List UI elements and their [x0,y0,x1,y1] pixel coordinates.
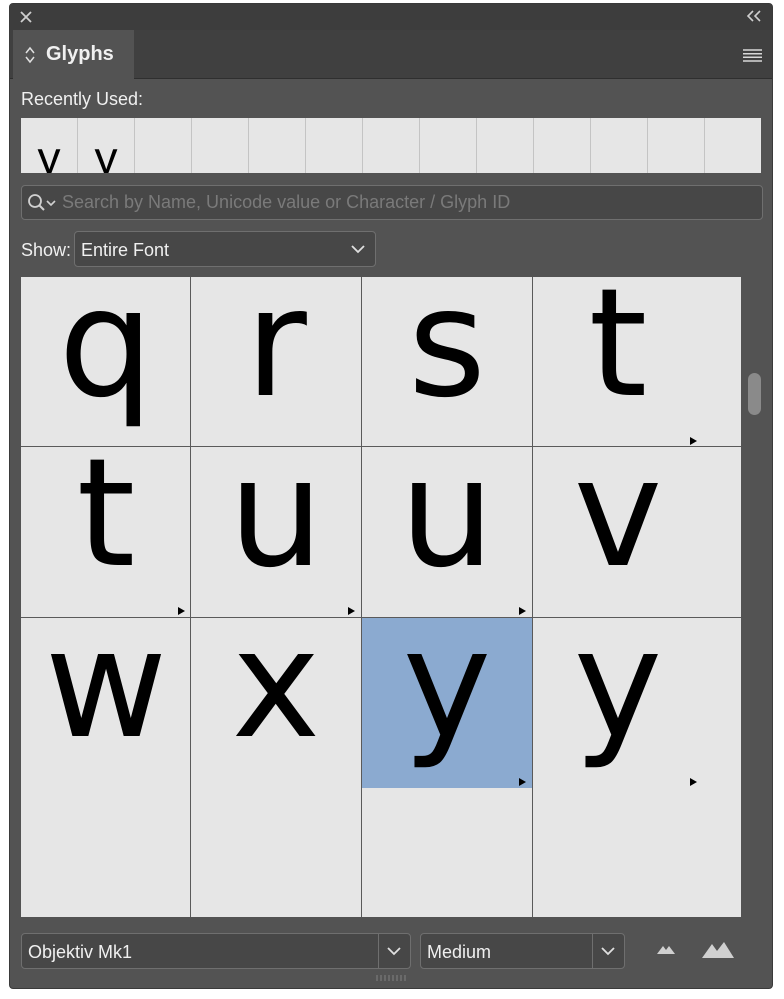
recent-glyph-cell[interactable]: y [78,118,135,173]
recent-glyph-cell[interactable] [306,118,363,173]
recently-used-strip: yy [21,118,761,173]
recent-glyph-cell[interactable] [249,118,306,173]
glyph-cell[interactable]: v [533,447,741,618]
dropdown-divider [378,934,379,968]
show-dropdown-value: Entire Font [81,240,170,260]
glyph-preview: u [362,447,532,617]
double-chevron-left-icon[interactable] [746,10,762,22]
glyph-char: q [58,277,154,431]
alternates-triangle-icon[interactable] [178,607,185,615]
hamburger-menu-icon[interactable] [743,49,762,62]
chevron-down-icon [387,947,401,956]
glyph-cell[interactable]: t [533,277,741,447]
large-mountains-icon[interactable] [701,939,735,959]
recent-glyph-cell[interactable] [591,118,648,173]
glyph-char: y [573,618,663,772]
glyph-preview: u [191,447,361,617]
font-style-dropdown[interactable]: Medium [420,933,625,969]
glyph-cell[interactable]: y [533,618,741,917]
glyph-grid: qrsttuuvwxyy [21,277,741,917]
glyph-cell[interactable]: w [21,618,191,917]
recent-glyph-cell[interactable] [648,118,705,173]
glyph-char: s [407,277,487,431]
small-mountains-icon[interactable] [655,940,677,956]
glyph-preview: y [362,618,532,788]
glyph-cell[interactable]: q [21,277,191,447]
font-controls: Objektiv Mk1 Medium [10,925,772,980]
glyph-char: u [399,447,495,601]
chevron-down-icon [601,947,615,956]
glyph-preview: y [533,618,703,788]
glyph-cell[interactable]: u [362,447,533,618]
glyph-preview: x [191,618,361,788]
recent-glyph-cell[interactable] [705,118,761,173]
alternates-triangle-icon[interactable] [348,607,355,615]
show-label: Show: [21,240,72,260]
search-input[interactable] [62,186,752,219]
recent-glyph-cell[interactable] [477,118,534,173]
tab-glyphs[interactable]: Glyphs [13,30,134,79]
glyph-preview: t [533,277,703,446]
glyph-char: v [573,447,663,601]
tab-strip: Glyphs [10,30,772,79]
glyph-cell[interactable]: t [21,447,191,618]
show-dropdown[interactable]: Entire Font [74,231,376,267]
glyph-cell[interactable]: r [191,277,362,447]
glyph-preview: r [191,277,361,446]
glyph-char: x [231,618,321,772]
glyph-char: t [588,277,648,431]
glyph-char: r [245,277,307,431]
glyphs-panel: Glyphs Recently Used: yy Show: Entire Fo… [9,3,773,989]
glyph-preview: w [21,618,190,788]
recent-glyph-cell[interactable] [192,118,249,173]
glyph-preview: t [21,447,190,617]
recent-glyph-cell[interactable] [420,118,477,173]
glyph-preview: v [533,447,703,617]
glyph-preview: q [21,277,190,446]
alternates-triangle-icon[interactable] [690,437,697,445]
scrollbar-thumb[interactable] [748,373,761,415]
font-style-value: Medium [427,942,492,962]
up-down-arrows-icon [25,46,35,64]
recent-glyph: y [94,132,118,173]
search-field [21,185,763,220]
panel-titlebar [10,4,772,30]
glyph-grid-scrollbar[interactable] [745,277,763,917]
recently-used-label: Recently Used: [21,89,144,109]
recent-glyph-cell[interactable] [363,118,420,173]
glyph-cell[interactable]: u [191,447,362,618]
recent-glyph-cell[interactable]: y [21,118,78,173]
glyph-char: t [76,447,136,601]
recent-glyph: y [37,132,61,173]
dropdown-divider [592,934,593,968]
glyph-char: u [228,447,324,601]
glyph-cell[interactable]: s [362,277,533,447]
close-icon[interactable] [19,10,33,24]
alternates-triangle-icon[interactable] [519,607,526,615]
recent-glyph-cell[interactable] [135,118,192,173]
font-family-value: Objektiv Mk1 [28,942,133,962]
glyph-cell-selected[interactable]: y [362,618,533,917]
glyph-char: y [402,618,492,772]
search-icon[interactable] [27,193,57,213]
chevron-down-icon [351,245,365,254]
alternates-triangle-icon[interactable] [519,778,526,786]
resize-grip-icon[interactable] [375,974,409,982]
glyph-preview: s [362,277,532,446]
font-family-dropdown[interactable]: Objektiv Mk1 [21,933,411,969]
glyph-cell[interactable]: x [191,618,362,917]
alternates-triangle-icon[interactable] [690,778,697,786]
glyph-char: w [44,618,168,772]
recent-glyph-cell[interactable] [534,118,591,173]
tab-title: Glyphs [46,43,114,65]
